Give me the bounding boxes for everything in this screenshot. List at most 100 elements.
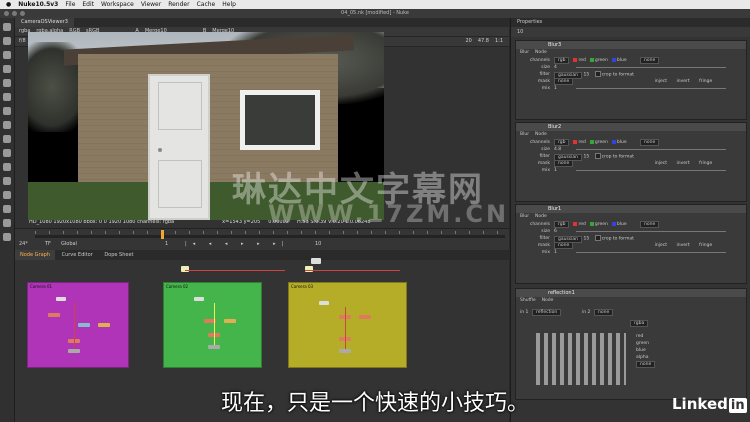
image-tool-icon[interactable] — [3, 23, 11, 31]
inject-checkbox[interactable]: inject — [655, 79, 667, 84]
tab-node[interactable]: Node — [535, 214, 547, 219]
apple-icon[interactable]: ● — [6, 0, 11, 9]
menu-workspace[interactable]: Workspace — [101, 0, 134, 9]
invert-checkbox[interactable]: invert — [676, 243, 689, 248]
keyer-tool-icon[interactable] — [3, 107, 11, 115]
size-value[interactable]: 4.8 — [554, 146, 561, 153]
mix-slider[interactable] — [576, 170, 726, 171]
time-tool-icon[interactable] — [3, 51, 11, 59]
node-name[interactable]: Blur2 — [548, 123, 561, 131]
tab-node[interactable]: Node — [542, 298, 554, 303]
quality-value[interactable]: 15 — [583, 73, 589, 78]
channels-select[interactable]: rgb — [554, 139, 570, 146]
output-select[interactable]: rgba — [630, 320, 649, 327]
mask-select[interactable]: none — [554, 242, 574, 249]
gamma-value[interactable]: 20 — [465, 37, 471, 46]
zoom-value[interactable]: 47.8 — [478, 37, 489, 46]
invert-checkbox[interactable]: invert — [676, 79, 689, 84]
timeline-track[interactable] — [35, 235, 505, 238]
fringe-checkbox[interactable]: fringe — [699, 79, 712, 84]
tab-blur[interactable]: Blur — [520, 50, 529, 55]
menu-help[interactable]: Help — [222, 0, 236, 9]
ofx-tool-icon[interactable] — [3, 233, 11, 241]
in1-select[interactable]: reflection — [532, 309, 562, 316]
other-channel-select[interactable]: none — [640, 57, 660, 64]
mix-value[interactable]: 1 — [554, 249, 557, 256]
max-panels-field[interactable]: 10 — [517, 29, 523, 35]
menu-viewer[interactable]: Viewer — [141, 0, 161, 9]
menu-file[interactable]: File — [65, 0, 75, 9]
blue-check[interactable]: blue — [617, 140, 627, 145]
tab-dope-sheet[interactable]: Dope Sheet — [99, 250, 138, 260]
transform-tool-icon[interactable] — [3, 135, 11, 143]
node-merge[interactable] — [78, 323, 90, 327]
node-header[interactable]: Blur1 — [516, 205, 746, 213]
green-check[interactable]: green — [595, 222, 608, 227]
app-menu[interactable]: Nuke10.5v3 — [18, 0, 58, 9]
blue-check[interactable]: blue — [617, 222, 627, 227]
size-value[interactable]: 4 — [554, 64, 557, 71]
mix-slider[interactable] — [576, 88, 726, 89]
menu-cache[interactable]: Cache — [197, 0, 216, 9]
quality-value[interactable]: 15 — [583, 155, 589, 160]
3d-tool-icon[interactable] — [3, 149, 11, 157]
channels-select[interactable]: rgb — [554, 57, 570, 64]
tf-toggle[interactable]: TF — [45, 241, 51, 247]
mask-select[interactable]: none — [554, 160, 574, 167]
node-camera-read[interactable] — [311, 258, 321, 264]
tab-node[interactable]: Node — [535, 132, 547, 137]
inject-checkbox[interactable]: inject — [655, 243, 667, 248]
color-tool-icon[interactable] — [3, 79, 11, 87]
invert-checkbox[interactable]: invert — [676, 161, 689, 166]
shuffle-matrix[interactable] — [536, 333, 626, 385]
inject-checkbox[interactable]: inject — [655, 161, 667, 166]
backdrop-camera-01[interactable]: Camera 01 — [27, 282, 129, 368]
views-tool-icon[interactable] — [3, 163, 11, 171]
toolsets-icon[interactable] — [3, 191, 11, 199]
mix-value[interactable]: 1 — [554, 85, 557, 92]
quality-value[interactable]: 15 — [583, 237, 589, 242]
metadata-tool-icon[interactable] — [3, 177, 11, 185]
green-check[interactable]: green — [595, 58, 608, 63]
node-output[interactable] — [68, 349, 80, 353]
out2-select[interactable]: none — [636, 361, 656, 368]
filter-tool-icon[interactable] — [3, 93, 11, 101]
node-header[interactable]: reflection1 — [516, 289, 746, 297]
node-output[interactable] — [339, 349, 351, 353]
fringe-checkbox[interactable]: fringe — [699, 243, 712, 248]
current-frame-field[interactable]: 1 — [165, 241, 168, 247]
node-merge[interactable] — [224, 319, 236, 323]
node-header[interactable]: Blur2 — [516, 123, 746, 131]
node-name[interactable]: Blur1 — [548, 205, 561, 213]
size-value[interactable]: 6 — [554, 228, 557, 235]
node-read[interactable] — [194, 297, 204, 301]
green-check[interactable]: green — [595, 140, 608, 145]
crop-checkbox[interactable]: crop to format — [602, 155, 634, 160]
node-name[interactable]: Blur3 — [548, 41, 561, 49]
node-merge[interactable] — [359, 315, 371, 319]
other-channel-select[interactable]: none — [640, 221, 660, 228]
backdrop-camera-03[interactable]: Camera 03 — [288, 282, 407, 368]
channels-select[interactable]: rgb — [554, 221, 570, 228]
node-camera-read[interactable] — [181, 266, 189, 272]
blue-check[interactable]: blue — [617, 58, 627, 63]
playhead[interactable] — [161, 230, 164, 239]
red-check[interactable]: red — [578, 58, 585, 63]
menu-render[interactable]: Render — [168, 0, 189, 9]
other-tool-icon[interactable] — [3, 205, 11, 213]
size-slider[interactable] — [576, 67, 726, 68]
tab-curve-editor[interactable]: Curve Editor — [57, 250, 98, 260]
menu-edit[interactable]: Edit — [82, 0, 94, 9]
red-check[interactable]: red — [578, 222, 585, 227]
mask-select[interactable]: none — [554, 78, 574, 85]
fps-field[interactable]: 24* — [19, 241, 28, 247]
merge-tool-icon[interactable] — [3, 121, 11, 129]
red-check[interactable]: red — [578, 140, 585, 145]
increment-field[interactable]: 10 — [315, 241, 321, 247]
node-header[interactable]: Blur3 — [516, 41, 746, 49]
mix-slider[interactable] — [576, 252, 726, 253]
size-slider[interactable] — [576, 149, 726, 150]
in2-select[interactable]: none — [594, 309, 614, 316]
tab-node-graph[interactable]: Node Graph — [15, 250, 55, 260]
node-camera-read[interactable] — [305, 266, 313, 272]
